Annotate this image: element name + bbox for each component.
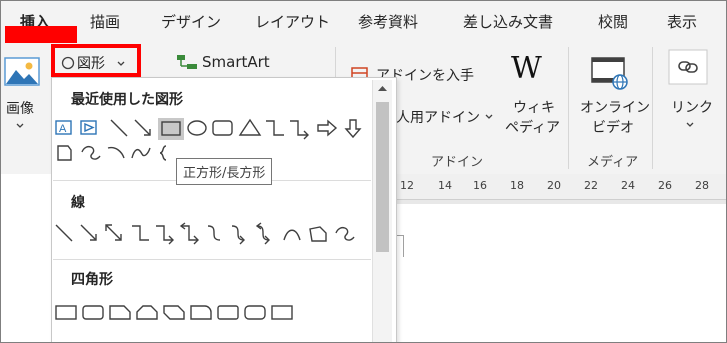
ribbon-divider (568, 47, 569, 169)
smartart-button-label[interactable]: SmartArt (202, 53, 270, 71)
tab-draw[interactable]: 描画 (90, 11, 120, 32)
ribbon-tab-bar: 挿入 描画 デザイン レイアウト 参考資料 差し込み文書 校閲 表示 (1, 1, 726, 41)
right-arrow-shape[interactable] (317, 119, 338, 137)
online-video-label-line1[interactable]: オンライン (580, 97, 650, 117)
ruler-number: 14 (438, 179, 452, 192)
elbow-connector-shape[interactable] (266, 120, 284, 136)
smartart-icon (177, 55, 197, 69)
shape-tooltip: 正方形/長方形 (176, 158, 273, 185)
chevron-down-icon (686, 122, 694, 127)
text-box-shape[interactable]: A (55, 120, 72, 135)
tab-review[interactable]: 校閲 (598, 11, 628, 32)
scroll-up-icon[interactable] (378, 85, 387, 92)
left-brace-shape[interactable] (159, 145, 167, 161)
curved-double-arrow-connector-shape[interactable] (255, 222, 270, 245)
scroll-thumb[interactable] (376, 102, 389, 252)
wikipedia-label-line1[interactable]: ウィキ (513, 97, 555, 117)
elbow-connector-shape[interactable] (132, 225, 149, 241)
chevron-down-icon (485, 114, 493, 119)
horizontal-ruler[interactable]: 12 14 16 18 20 22 24 26 28 (396, 174, 726, 200)
rounded-rectangle-shape[interactable] (82, 305, 104, 320)
round-single-rectangle-shape[interactable] (217, 305, 239, 320)
ruler-number: 18 (510, 179, 524, 192)
curve-shape[interactable] (283, 229, 301, 241)
round-diagonal-rectangle-shape[interactable] (244, 305, 266, 320)
my-addins-button[interactable]: 人用アドイン (396, 107, 480, 127)
oval-shape[interactable] (187, 120, 207, 136)
tab-references[interactable]: 参考資料 (358, 11, 418, 32)
group-label-addins: アドイン (431, 155, 484, 170)
arrow-line-shape[interactable] (134, 119, 151, 136)
round-corner-rectangle-shape[interactable] (190, 305, 212, 320)
ruler-number: 16 (473, 179, 487, 192)
curved-connector-shape[interactable] (207, 225, 221, 241)
section-divider (53, 259, 371, 260)
tab-view[interactable]: 表示 (667, 11, 697, 32)
ribbon-divider (652, 47, 653, 169)
picture-icon (4, 57, 40, 86)
freeform-shape[interactable] (81, 145, 101, 160)
double-arrow-line-shape[interactable] (105, 224, 122, 241)
arc-shape[interactable] (107, 146, 125, 159)
tab-design[interactable]: デザイン (161, 11, 221, 32)
scribble-shape[interactable] (335, 226, 355, 241)
elbow-double-arrow-connector-shape[interactable] (179, 222, 199, 245)
insert-tab-highlight (5, 26, 77, 43)
line-shape[interactable] (110, 119, 128, 137)
online-video-icon (591, 57, 628, 90)
group-label-media: メディア (587, 155, 639, 170)
link-button-label[interactable]: リンク (671, 97, 713, 117)
wikipedia-label-line2[interactable]: ペディア (505, 117, 560, 137)
vertical-text-box-shape[interactable] (80, 120, 97, 135)
freeform-shape[interactable] (309, 226, 327, 242)
snip-corner-rectangle-shape[interactable] (109, 305, 131, 320)
elbow-arrow-connector-shape[interactable] (290, 120, 309, 140)
document-page[interactable] (396, 204, 726, 342)
line-shape[interactable] (55, 224, 73, 242)
section-title-recent-shapes: 最近使用した図形 (71, 92, 183, 108)
rectangle-shape[interactable] (55, 305, 77, 320)
tab-layout[interactable]: レイアウト (255, 11, 330, 32)
ruler-number: 24 (621, 179, 635, 192)
online-video-label-line2[interactable]: ビデオ (592, 117, 634, 137)
shapes-button-highlight (51, 44, 141, 77)
margin-mark (403, 235, 404, 257)
triangle-shape[interactable] (238, 118, 262, 136)
app-window: 挿入 描画 デザイン レイアウト 参考資料 差し込み文書 校閲 表示 画像 図形… (0, 0, 727, 343)
arrow-line-shape[interactable] (80, 224, 97, 241)
snip-same-side-rectangle-shape[interactable] (136, 305, 158, 320)
curve-shape[interactable] (131, 147, 151, 159)
curved-arrow-connector-shape[interactable] (231, 225, 245, 245)
rounded-rectangle-shape[interactable] (212, 120, 233, 136)
ruler-number: 28 (695, 179, 709, 192)
rectangles-grid (55, 305, 293, 320)
snip-round-rectangle-shape[interactable] (271, 305, 293, 320)
tab-mailings[interactable]: 差し込み文書 (463, 11, 553, 32)
panel-scrollbar[interactable] (372, 80, 392, 342)
ruler-number: 20 (547, 179, 561, 192)
section-title-rectangles: 四角形 (71, 272, 113, 288)
link-icon (668, 49, 708, 85)
svg-text:A: A (59, 123, 67, 135)
wikipedia-icon: W (511, 51, 542, 86)
snip-diagonal-rectangle-shape[interactable] (163, 305, 185, 320)
ruler-number: 12 (400, 179, 414, 192)
elbow-arrow-connector-shape[interactable] (156, 225, 174, 245)
chevron-down-icon (16, 123, 24, 128)
ruler-number: 22 (584, 179, 598, 192)
flowchart-shape[interactable] (57, 145, 72, 161)
down-arrow-shape[interactable] (344, 119, 362, 139)
section-title-lines: 線 (71, 195, 85, 211)
picture-button-label[interactable]: 画像 (6, 98, 34, 118)
lines-grid (55, 222, 355, 245)
ruler-number: 26 (658, 179, 672, 192)
